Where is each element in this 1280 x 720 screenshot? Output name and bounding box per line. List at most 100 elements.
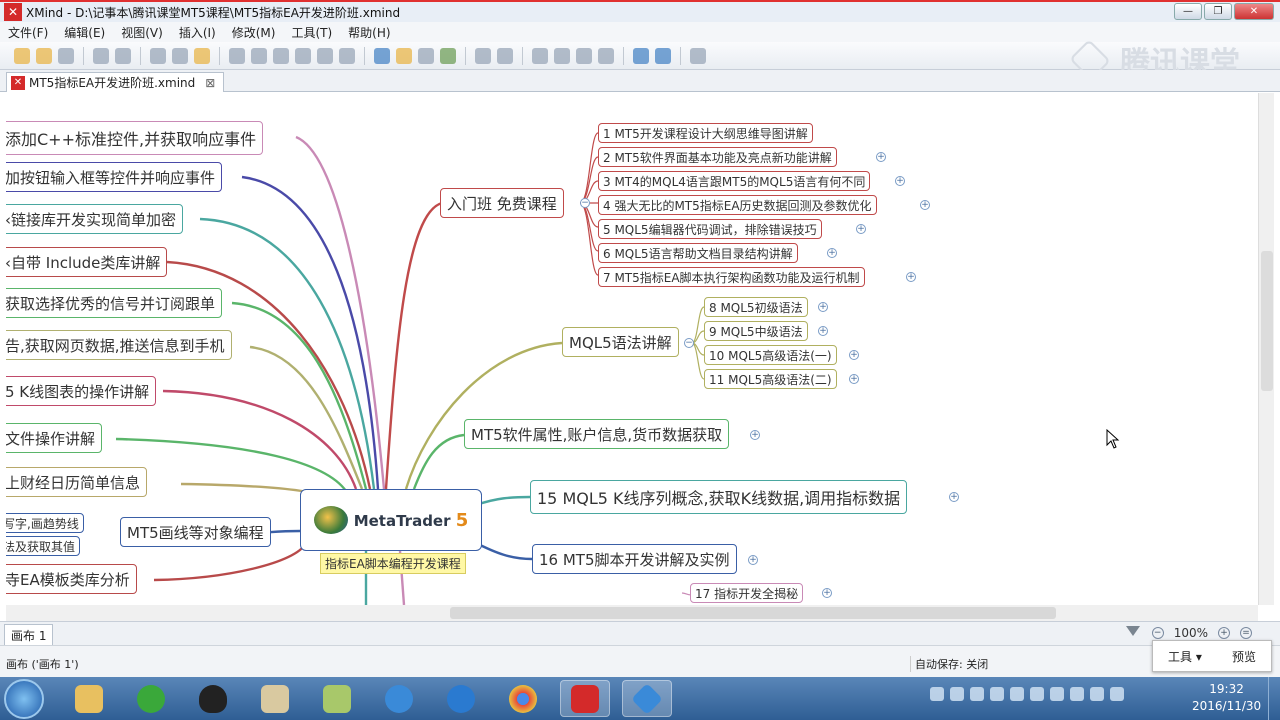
- zoom-in-icon[interactable]: +: [1218, 627, 1230, 639]
- subtopic-mql5-11[interactable]: 11 MQL5高级语法(二): [704, 369, 837, 389]
- topic-left-2[interactable]: 加按钮输入框等控件并响应事件: [6, 162, 223, 192]
- collapse-icon[interactable]: −: [580, 198, 590, 208]
- topic-left-drawing-objects[interactable]: MT5画线等对象编程: [120, 517, 271, 547]
- taskbar-qq[interactable]: [188, 680, 238, 717]
- keyboard-icon[interactable]: [930, 687, 944, 701]
- subtopic-mql5-10[interactable]: 10 MQL5高级语法(一): [704, 345, 837, 365]
- taskbar-xmind[interactable]: [560, 680, 610, 717]
- layout-icon[interactable]: [532, 47, 548, 64]
- subtopic-mql5-9[interactable]: 9 MQL5中级语法: [704, 321, 808, 341]
- subtopic-left-b[interactable]: 法及获取其值: [6, 536, 81, 556]
- outline-icon[interactable]: [554, 47, 570, 64]
- share-icon[interactable]: [633, 47, 649, 64]
- volume-icon[interactable]: [1110, 687, 1124, 701]
- expand-icon[interactable]: +: [822, 588, 832, 598]
- start-button[interactable]: [4, 679, 44, 719]
- mindmap-canvas[interactable]: 添加C++标准控件,并获取响应事件 加按钮输入框等控件并响应事件 ‹链接库开发实…: [6, 93, 1258, 605]
- hyperlink-icon[interactable]: [295, 47, 311, 64]
- expand-icon[interactable]: +: [818, 302, 828, 312]
- play-icon[interactable]: [229, 47, 245, 64]
- subtopic-intro-6[interactable]: 6 MQL5语言帮助文档目录结构讲解: [598, 243, 798, 263]
- subtopic-intro-2[interactable]: 2 MT5软件界面基本功能及亮点新功能讲解: [598, 147, 837, 167]
- close-button[interactable]: ✕: [1234, 3, 1274, 20]
- brush-icon[interactable]: [475, 47, 491, 64]
- subtopic-left-a[interactable]: 写字,画趋势线: [6, 513, 84, 533]
- topic-left-7[interactable]: 5 K线图表的操作讲解: [6, 376, 157, 406]
- vertical-scrollbar[interactable]: [1258, 93, 1274, 605]
- menu-insert[interactable]: 插入(I): [171, 24, 224, 41]
- marker-icon[interactable]: [339, 47, 355, 64]
- menu-view[interactable]: 视图(V): [113, 24, 171, 41]
- tab-close-icon[interactable]: ⊠: [205, 76, 215, 90]
- topic-icon[interactable]: [150, 47, 166, 64]
- taskbar-chrome[interactable]: [498, 680, 548, 717]
- topic-intro[interactable]: 入门班 免费课程: [440, 188, 564, 218]
- topic-left-1[interactable]: 添加C++标准控件,并获取响应事件: [6, 121, 264, 155]
- speaker-icon[interactable]: [1070, 687, 1084, 701]
- topic-script[interactable]: 16 MT5脚本开发讲解及实例: [532, 544, 737, 574]
- search-icon[interactable]: [598, 47, 614, 64]
- expand-icon[interactable]: +: [748, 555, 758, 565]
- image-icon[interactable]: [251, 47, 267, 64]
- redo-icon[interactable]: [115, 47, 131, 64]
- home-icon[interactable]: [497, 47, 513, 64]
- taskbar-cloud[interactable]: [374, 680, 424, 717]
- scroll-thumb[interactable]: [1261, 251, 1273, 391]
- expand-icon[interactable]: +: [818, 326, 828, 336]
- security-icon[interactable]: [1050, 687, 1064, 701]
- network-share-icon[interactable]: [1010, 687, 1024, 701]
- preview-button[interactable]: 预览: [1232, 648, 1256, 665]
- expand-icon[interactable]: +: [906, 272, 916, 282]
- expand-icon[interactable]: +: [876, 152, 886, 162]
- menu-help[interactable]: 帮助(H): [340, 24, 398, 41]
- menu-tools[interactable]: 工具(T): [283, 24, 340, 41]
- zoom-fit-icon[interactable]: =: [1240, 627, 1252, 639]
- taskbar-explorer[interactable]: [64, 680, 114, 717]
- topic-mql5-syntax[interactable]: MQL5语法讲解: [562, 327, 679, 357]
- expand-icon[interactable]: +: [849, 374, 859, 384]
- export-icon[interactable]: [655, 47, 671, 64]
- task-icon[interactable]: [418, 47, 434, 64]
- expand-icon[interactable]: +: [949, 492, 959, 502]
- horizontal-scrollbar[interactable]: [6, 605, 1258, 621]
- tools-button[interactable]: 工具 ▾: [1168, 648, 1202, 665]
- undo-icon[interactable]: [93, 47, 109, 64]
- topic-left-8[interactable]: 文件操作讲解: [6, 423, 103, 453]
- attachment-icon[interactable]: [273, 47, 289, 64]
- maximize-button[interactable]: ❐: [1204, 3, 1232, 20]
- subtopic-icon[interactable]: [172, 47, 188, 64]
- topic-left-6[interactable]: 告,获取网页数据,推送信息到手机: [6, 330, 232, 360]
- clock-icon[interactable]: [576, 47, 592, 64]
- label-icon[interactable]: [317, 47, 333, 64]
- show-desktop-button[interactable]: [1268, 677, 1280, 720]
- network-icon[interactable]: [1090, 687, 1104, 701]
- qq-tray-icon[interactable]: [1030, 687, 1044, 701]
- topic-left-ea-template[interactable]: 寺EA模板类库分析: [6, 564, 137, 594]
- topic-indicator[interactable]: 17 指标开发全揭秘: [690, 583, 804, 603]
- clock[interactable]: 19:32 2016/11/30: [1192, 681, 1261, 715]
- taskbar-360[interactable]: [126, 680, 176, 717]
- sheet-tab[interactable]: 画布 1: [4, 624, 54, 647]
- expand-icon[interactable]: +: [750, 430, 760, 440]
- subtopic-mql5-8[interactable]: 8 MQL5初级语法: [704, 297, 808, 317]
- topic-left-9[interactable]: 上财经日历简单信息: [6, 467, 148, 497]
- subtopic-intro-4[interactable]: 4 强大无比的MT5指标EA历史数据回测及参数优化: [598, 195, 877, 215]
- taskbar-memo[interactable]: [250, 680, 300, 717]
- note-icon[interactable]: [374, 47, 390, 64]
- save-icon[interactable]: [58, 47, 74, 64]
- check-icon[interactable]: [440, 47, 456, 64]
- zoom-out-icon[interactable]: −: [1151, 627, 1164, 639]
- topic-kline[interactable]: 15 MQL5 K线序列概念,获取K线数据,调用指标数据: [530, 480, 908, 514]
- expand-icon[interactable]: +: [920, 200, 930, 210]
- taskbar-tencent-class[interactable]: [622, 680, 672, 717]
- gear-icon[interactable]: [690, 47, 706, 64]
- filter-icon[interactable]: [1126, 626, 1140, 640]
- taskbar-baidu-cloud[interactable]: [436, 680, 486, 717]
- input-method-icon[interactable]: [970, 687, 984, 701]
- topic-left-5[interactable]: 获取选择优秀的信号并订阅跟单: [6, 288, 223, 318]
- topic-account-info[interactable]: MT5软件属性,账户信息,货币数据获取: [464, 419, 730, 449]
- expand-icon[interactable]: +: [849, 350, 859, 360]
- relationship-icon[interactable]: [194, 47, 210, 64]
- subtopic-intro-7[interactable]: 7 MT5指标EA脚本执行架构函数功能及运行机制: [598, 267, 865, 287]
- menu-modify[interactable]: 修改(M): [224, 24, 284, 41]
